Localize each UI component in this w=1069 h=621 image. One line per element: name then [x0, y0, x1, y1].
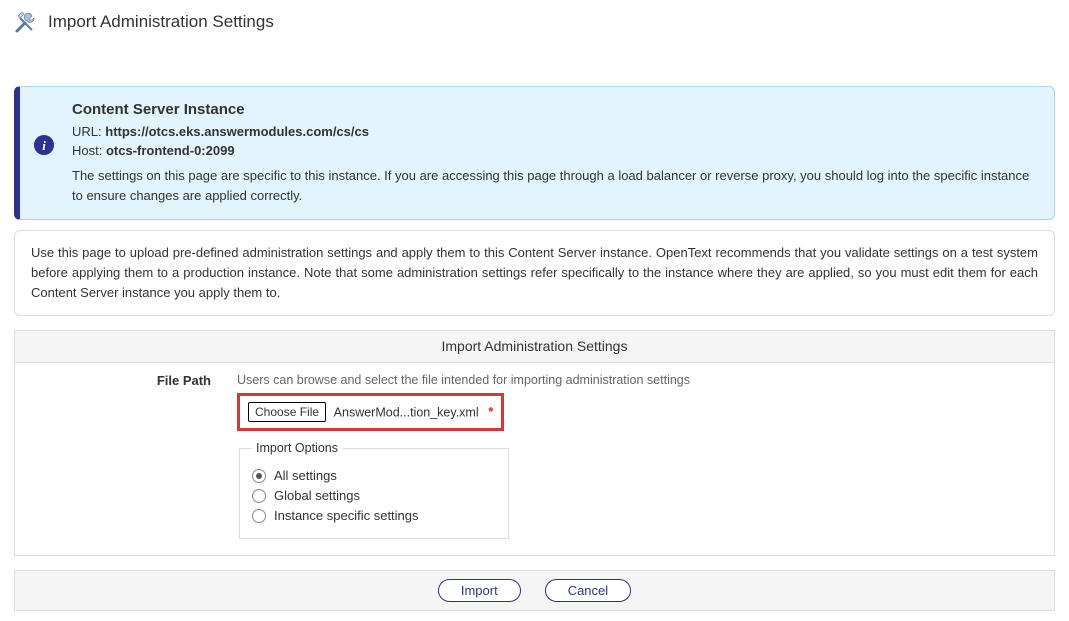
import-section: Import Administration Settings File Path…	[14, 330, 1055, 556]
info-url-value: https://otcs.eks.answermodules.com/cs/cs	[105, 124, 369, 139]
choose-file-button[interactable]: Choose File	[248, 402, 326, 422]
cancel-button[interactable]: Cancel	[545, 579, 631, 602]
info-host-value: otcs-frontend-0:2099	[106, 143, 235, 158]
radio-label: All settings	[274, 468, 337, 483]
radio-icon[interactable]	[252, 509, 266, 523]
info-title: Content Server Instance	[72, 101, 1036, 118]
info-banner: i Content Server Instance URL: https://o…	[14, 86, 1055, 220]
info-url-label: URL:	[72, 124, 102, 139]
page-title: Import Administration Settings	[48, 12, 274, 32]
page-header: Import Administration Settings	[0, 0, 1069, 38]
intro-text: Use this page to upload pre-defined admi…	[14, 230, 1055, 316]
file-path-label: File Path	[27, 373, 217, 539]
tools-icon	[14, 10, 38, 34]
import-options-fieldset: Import Options All settings Global setti…	[239, 441, 509, 539]
info-host-line: Host: otcs-frontend-0:2099	[72, 143, 1036, 158]
import-option-instance[interactable]: Instance specific settings	[252, 508, 496, 523]
radio-label: Instance specific settings	[274, 508, 419, 523]
info-host-label: Host:	[72, 143, 102, 158]
info-note: The settings on this page are specific t…	[72, 166, 1036, 205]
import-button[interactable]: Import	[438, 579, 521, 602]
required-marker: *	[488, 404, 493, 419]
radio-icon[interactable]	[252, 469, 266, 483]
section-title: Import Administration Settings	[15, 331, 1054, 363]
action-bar: Import Cancel	[14, 570, 1055, 611]
info-url-line: URL: https://otcs.eks.answermodules.com/…	[72, 124, 1036, 139]
file-path-hint: Users can browse and select the file int…	[237, 373, 1042, 387]
selected-file-name: AnswerMod...tion_key.xml	[334, 406, 479, 420]
radio-label: Global settings	[274, 488, 360, 503]
file-input-highlight: Choose File AnswerMod...tion_key.xml *	[237, 393, 504, 431]
radio-icon[interactable]	[252, 489, 266, 503]
import-options-legend: Import Options	[252, 441, 342, 455]
info-icon: i	[34, 135, 54, 155]
import-option-all[interactable]: All settings	[252, 468, 496, 483]
import-option-global[interactable]: Global settings	[252, 488, 496, 503]
